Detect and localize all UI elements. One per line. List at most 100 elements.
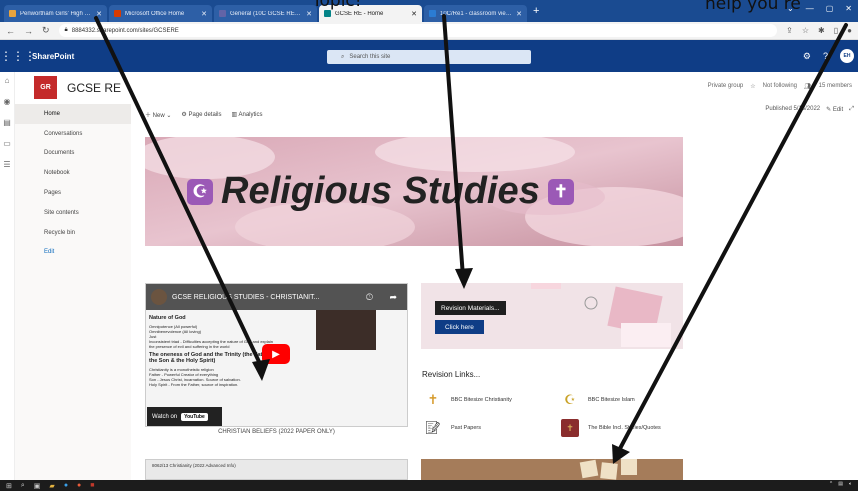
task-view-icon[interactable]: ▣	[34, 482, 41, 490]
analytics-button[interactable]: ▥ Analytics	[231, 111, 262, 118]
page-details-label: Page details	[188, 111, 222, 118]
windows-taskbar: ⊞ ⌕ ▣ ▰ ● ● ■ ^ ▤ 🔈︎	[0, 480, 858, 491]
close-icon[interactable]: ✕	[411, 10, 417, 18]
edit-button[interactable]: ✎ Edit	[826, 106, 843, 113]
image-card[interactable]	[421, 459, 683, 480]
profile-icon[interactable]: ●	[847, 26, 852, 35]
maximize-icon[interactable]: ▢	[826, 4, 834, 13]
video-thumbnail-notes: Nature of God Omnipotence (All powerful)…	[149, 312, 275, 387]
file-explorer-icon[interactable]: ▰	[49, 482, 54, 490]
close-icon[interactable]: ✕	[516, 10, 522, 18]
sidebar-icon[interactable]: ▯	[834, 26, 838, 35]
watch-later-icon[interactable]: 🕓︎	[366, 292, 373, 303]
link-past-papers[interactable]: 📝︎ Past Papers	[424, 419, 481, 437]
network-icon[interactable]: ▤	[838, 481, 843, 487]
globe-icon[interactable]: ◉	[4, 97, 11, 106]
windows-start-icon[interactable]: ⊞	[6, 482, 12, 490]
close-window-icon[interactable]: ✕	[845, 4, 852, 13]
crescent-star-icon: ☪	[564, 392, 576, 407]
browser-tab[interactable]: Microsoft Office Home ✕	[109, 5, 212, 22]
edit-label: Edit	[832, 107, 844, 113]
url-field[interactable]: 🔒︎ 8884332.sharepoint.com/sites/GCSERE	[58, 24, 778, 37]
video-title-bar: GCSE RELIGIOUS STUDIES - CHRISTIANIT... …	[146, 284, 407, 310]
lists-icon[interactable]: ☰	[3, 160, 10, 169]
gear-icon[interactable]: ⚙	[803, 51, 811, 62]
app-icon[interactable]: ■	[90, 482, 94, 489]
link-bible[interactable]: ✝ The Bible Incl. Stories/Quotes	[561, 419, 661, 437]
app-launcher-icon[interactable]: ⋮⋮⋮	[0, 49, 36, 63]
analytics-label: Analytics	[238, 111, 263, 118]
chrome-icon[interactable]: ●	[77, 482, 81, 489]
browser-tab[interactable]: General (10C GCSE RE) | Microso...✕	[214, 5, 317, 22]
browser-tab[interactable]: 10C/Re1 - classroom view - wor... ✕	[424, 5, 527, 22]
nav-item-site-contents[interactable]: Site contents	[15, 203, 131, 223]
cross-icon: ✝	[427, 392, 439, 407]
bookmark-star-icon[interactable]: ☆	[802, 26, 809, 35]
search-icon[interactable]: ⌕	[21, 482, 25, 490]
nav-edit-link[interactable]: Edit	[15, 243, 131, 263]
video-embed[interactable]: Nature of God Omnipotence (All powerful)…	[145, 283, 408, 427]
extensions-icon[interactable]: ✱	[818, 26, 825, 35]
channel-avatar[interactable]	[151, 289, 167, 305]
stationery-background	[421, 283, 683, 349]
files-icon[interactable]: ▭	[3, 139, 11, 148]
follow-button[interactable]: Not following	[763, 83, 797, 90]
help-icon[interactable]: ?	[823, 51, 828, 61]
watch-on-youtube-button[interactable]: Watch on YouTube	[147, 407, 222, 426]
avatar[interactable]: EH	[840, 49, 854, 63]
volume-icon[interactable]: 🔈︎	[849, 481, 852, 487]
new-tab-icon[interactable]: +	[533, 5, 539, 17]
card-text: 8062/13 Christianity (2022 Advanced Info…	[152, 463, 236, 468]
reload-icon[interactable]: ↻	[42, 25, 50, 36]
home-icon[interactable]: ⌂	[5, 76, 10, 85]
link-bbc-bitesize-christianity[interactable]: ✝ BBC Bitesize Christianity	[424, 391, 512, 409]
nav-item-documents[interactable]: Documents	[15, 144, 131, 164]
tab-favicon	[114, 10, 121, 17]
nav-item-notebook[interactable]: Notebook	[15, 163, 131, 183]
page-details-button[interactable]: ⚙ Page details	[181, 111, 221, 118]
play-icon[interactable]: ▶	[262, 344, 290, 364]
click-here-button[interactable]: Click here	[435, 320, 484, 334]
nav-item-conversations[interactable]: Conversations	[15, 124, 131, 144]
tab-label: Microsoft Office Home	[125, 10, 185, 17]
notes-line: Holy Spirit - From the Father, source of…	[149, 382, 239, 387]
latin-cross-icon: ✝	[547, 178, 574, 205]
link-label: Past Papers	[451, 425, 481, 431]
tab-favicon	[9, 10, 16, 17]
expand-icon[interactable]: ⤢	[849, 106, 854, 113]
edge-icon[interactable]: ●	[64, 482, 68, 489]
star-and-crescent-icon: ☪	[187, 178, 213, 205]
minimize-icon[interactable]: —	[806, 4, 814, 13]
notes-heading: The oneness of God and the Trinity (the …	[149, 352, 273, 364]
news-icon[interactable]: ▤	[3, 118, 11, 127]
members-button[interactable]: 15 members	[819, 83, 852, 90]
forward-icon[interactable]: →	[24, 26, 33, 36]
site-header: GR GCSE RE Private group ☆ Not following…	[15, 72, 858, 103]
tray-chevron-icon[interactable]: ^	[830, 481, 832, 487]
command-bar: ＋ New ⌄ ⚙ Page details ▥ Analytics Publi…	[145, 106, 858, 122]
nav-item-home[interactable]: Home	[15, 104, 131, 124]
brand-name[interactable]: SharePoint	[32, 52, 74, 61]
site-title[interactable]: GCSE RE	[67, 81, 121, 95]
tab-label: General (10C GCSE RE) | Microso...	[230, 10, 302, 17]
video-presenter-image	[316, 310, 376, 350]
nav-item-recycle-bin[interactable]: Recycle bin	[15, 223, 131, 243]
privacy-label: Private group	[707, 83, 744, 89]
left-navigation: Home Conversations Documents Notebook Pa…	[15, 104, 131, 480]
search-input[interactable]: ⌕ Search this site	[327, 50, 531, 64]
close-icon[interactable]: ✕	[201, 10, 207, 18]
tab-favicon	[429, 10, 436, 17]
close-icon[interactable]: ✕	[96, 10, 102, 18]
share-icon[interactable]: ➦	[389, 292, 397, 303]
share-icon[interactable]: ⇪	[786, 26, 793, 35]
notes-card[interactable]: 8062/13 Christianity (2022 Advanced Info…	[145, 459, 408, 480]
video-caption: CHRISTIAN BELIEFS (2022 PAPER ONLY)	[218, 429, 335, 435]
link-bbc-bitesize-islam[interactable]: ☪ BBC Bitesize Islam	[561, 391, 635, 409]
document-icon: 📝︎	[424, 420, 442, 435]
video-title[interactable]: GCSE RELIGIOUS STUDIES - CHRISTIANIT...	[172, 294, 319, 301]
nav-item-pages[interactable]: Pages	[15, 183, 131, 203]
new-button[interactable]: ＋ New ⌄	[145, 110, 171, 119]
site-logo[interactable]: GR	[34, 76, 57, 99]
back-icon[interactable]: ←	[6, 26, 15, 36]
browser-tab[interactable]: Penwortham Girls' High School ✕	[4, 5, 107, 22]
